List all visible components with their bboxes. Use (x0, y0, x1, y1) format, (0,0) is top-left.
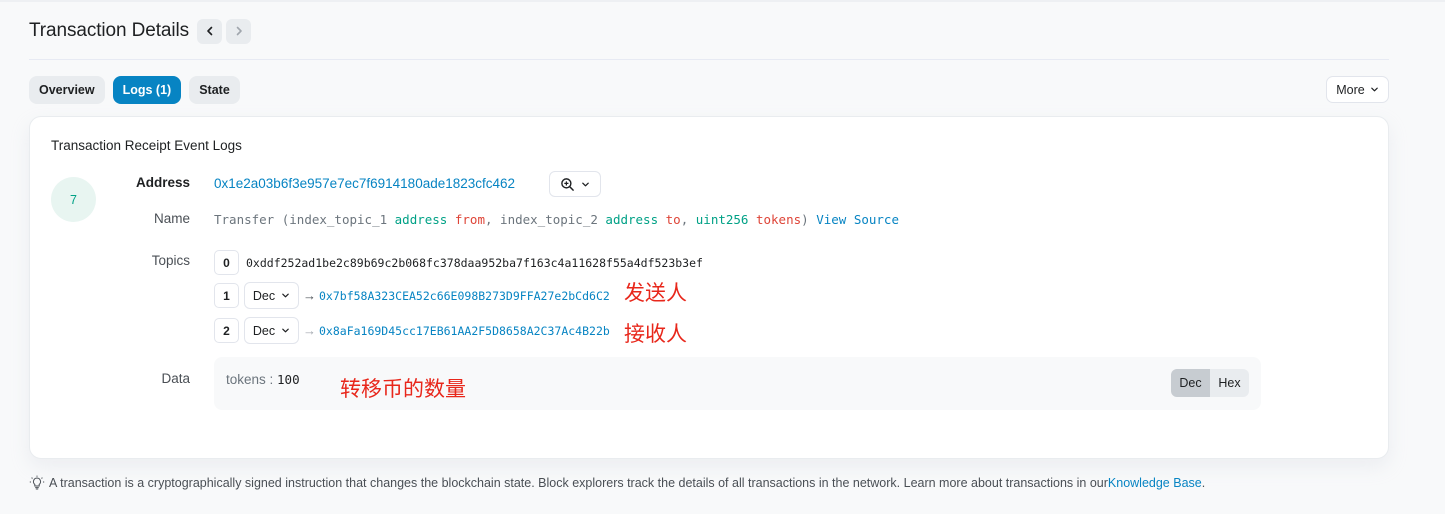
topic-index: 2 (214, 318, 239, 343)
data-label: Data (161, 371, 190, 386)
data-value: 100 (277, 372, 300, 387)
more-dropdown-button[interactable]: More (1326, 76, 1389, 103)
topic-address-link[interactable]: 0x8aFa169D45cc17EB61AA2F5D8658A2C37Ac4B2… (319, 324, 610, 338)
footer-text: A transaction is a cryptographically sig… (49, 476, 1108, 490)
arrow-icon: → (303, 288, 316, 303)
contract-address-link[interactable]: 0x1e2a03b6f3e957e7ec7f6914180ade1823cfc4… (214, 176, 515, 191)
topic-index: 0 (214, 250, 239, 275)
event-signature: Transfer (index_topic_1 address from, in… (214, 212, 899, 227)
card-title: Transaction Receipt Event Logs (51, 138, 242, 153)
header-divider (29, 59, 1389, 60)
log-index-badge: 7 (51, 177, 96, 222)
footer-note: A transaction is a cryptographically sig… (29, 475, 1205, 491)
chevron-down-icon (282, 293, 289, 298)
format-toggle: Dec Hex (1171, 369, 1249, 397)
topic-index: 1 (214, 283, 239, 308)
address-label: Address (135, 175, 190, 190)
next-transaction-button[interactable] (226, 18, 252, 44)
prev-transaction-button[interactable] (197, 18, 223, 44)
topic-value: 0xddf252ad1be2c89b69c2b068fc378daa952ba7… (246, 255, 703, 270)
param-1-name: from (454, 212, 485, 227)
chevron-down-icon (582, 182, 589, 186)
param-3-name: tokens (755, 212, 802, 227)
data-key: tokens : (226, 372, 278, 387)
chevron-down-icon (1370, 87, 1378, 92)
event-name: Transfer (214, 212, 275, 227)
receiver-annotation: 接收人 (624, 322, 687, 346)
topic-address-link[interactable]: 0x7bf58A323CEA52c66E098B273D9FFA27e2bCd6… (319, 289, 610, 303)
page-title: Transaction Details (29, 20, 190, 41)
data-content: tokens : 100 (226, 372, 300, 387)
tab-bar: Overview Logs (1) State (29, 76, 240, 104)
tab-overview[interactable]: Overview (29, 76, 105, 104)
page-header: Transaction Details (29, 16, 252, 46)
sender-annotation: 发送人 (624, 281, 687, 305)
topic-row-0: 0 0xddf252ad1be2c89b69c2b068fc378daa952b… (214, 250, 703, 275)
arrow-icon: → (303, 323, 316, 338)
topic-format-select[interactable]: Dec (244, 317, 299, 344)
param-1-indexed: index_topic_1 (289, 212, 388, 227)
name-label: Name (153, 211, 190, 226)
hex-toggle-button[interactable]: Hex (1210, 369, 1249, 397)
param-3-type: uint256 (695, 212, 749, 227)
more-label: More (1336, 82, 1365, 97)
topic-row-1: 1 Dec → 0x7bf58A323CEA52c66E098B273D9FFA… (214, 282, 610, 309)
top-border (0, 0, 1445, 2)
knowledge-base-link[interactable]: Knowledge Base (1108, 476, 1202, 490)
param-2-indexed: index_topic_2 (500, 212, 598, 227)
zoom-in-icon (561, 177, 574, 191)
event-logs-card: Transaction Receipt Event Logs 7 Address… (29, 116, 1389, 459)
chevron-right-icon (236, 26, 242, 36)
dec-toggle-button[interactable]: Dec (1171, 369, 1210, 397)
param-2-name: to (665, 212, 681, 227)
tab-logs[interactable]: Logs (1) (112, 76, 182, 104)
param-1-type: address (394, 212, 448, 227)
lightbulb-icon (29, 475, 45, 490)
chevron-down-icon (282, 328, 289, 333)
topic-row-2: 2 Dec → 0x8aFa169D45cc17EB61AA2F5D8658A2… (214, 317, 610, 344)
topic-format-select[interactable]: Dec (244, 282, 299, 309)
view-source-link[interactable]: View Source (816, 212, 899, 227)
param-2-type: address (605, 212, 659, 227)
topics-label: Topics (151, 253, 190, 268)
amount-annotation: 转移币的数量 (340, 377, 466, 401)
tab-state[interactable]: State (189, 76, 240, 104)
chevron-left-icon (206, 26, 212, 36)
address-lookup-dropdown[interactable] (549, 171, 601, 197)
